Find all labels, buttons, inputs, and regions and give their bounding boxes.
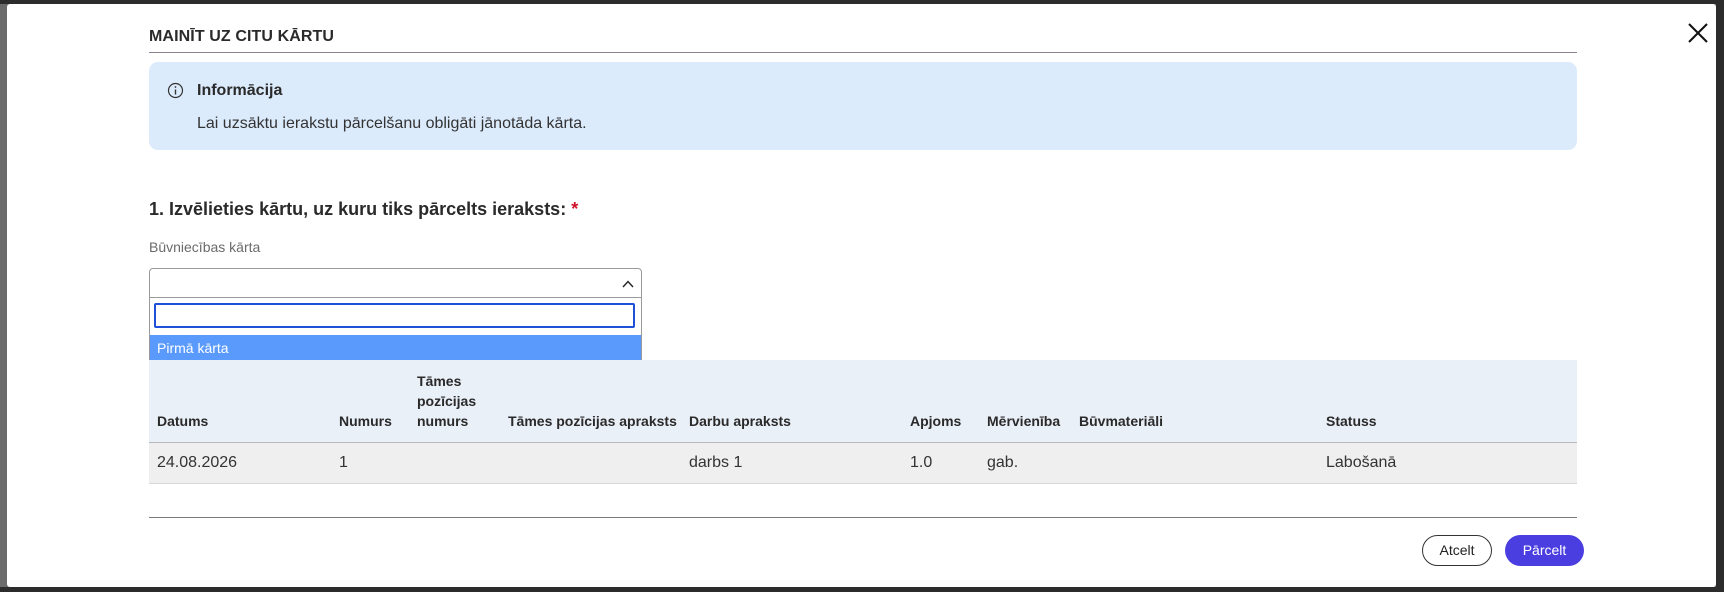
column-header-quantity: Apjoms xyxy=(910,413,962,429)
step-heading: 1. Izvēlieties kārtu, uz kuru tiks pārce… xyxy=(149,199,578,220)
column-header-estimate-position-number: Tāmes pozīcijas numurs xyxy=(417,373,477,429)
backdrop-edge xyxy=(0,587,1724,592)
title-divider xyxy=(149,52,1577,53)
cancel-button[interactable]: Atcelt xyxy=(1422,535,1492,566)
cell-status: Labošanā xyxy=(1326,454,1397,471)
column-header-number: Numurs xyxy=(339,413,392,429)
info-notice: Informācija Lai uzsāktu ierakstu pārcelš… xyxy=(149,62,1577,150)
phase-field-label: Būvniecības kārta xyxy=(149,239,261,255)
close-button[interactable] xyxy=(1683,18,1713,48)
dialog-title: MAINĪT UZ CITU KĀRTU xyxy=(149,28,335,45)
entries-table: Datums Numurs Tāmes pozīcijas numurs Tām… xyxy=(149,360,1577,484)
cell-unit: gab. xyxy=(987,454,1019,471)
column-header-status: Statuss xyxy=(1326,413,1377,429)
footer-divider xyxy=(149,517,1577,518)
chevron-up-icon xyxy=(622,280,634,288)
cell-work-description: darbs 1 xyxy=(689,454,743,471)
phase-select[interactable] xyxy=(149,268,642,298)
table-header: Datums Numurs Tāmes pozīcijas numurs Tām… xyxy=(149,360,1577,443)
phase-search-input[interactable] xyxy=(154,303,635,328)
info-text: Lai uzsāktu ierakstu pārcelšanu obligāti… xyxy=(197,115,587,132)
phase-dropdown: Pirmā kārta xyxy=(149,298,642,363)
cell-number: 1 xyxy=(339,454,348,471)
move-to-phase-dialog: MAINĪT UZ CITU KĀRTU Informācija Lai uzs… xyxy=(7,4,1716,587)
cell-quantity: 1.0 xyxy=(910,454,933,471)
info-icon xyxy=(167,82,184,99)
column-header-work-description: Darbu apraksts xyxy=(689,413,791,429)
phase-option[interactable]: Pirmā kārta xyxy=(150,335,641,362)
cell-date: 24.08.2026 xyxy=(157,454,238,471)
table-row[interactable]: 24.08.2026 1 darbs 1 1.0 gab. Labošanā xyxy=(149,443,1577,484)
info-heading: Informācija xyxy=(197,82,283,99)
backdrop-edge xyxy=(1716,0,1724,592)
column-header-materials: Būvmateriāli xyxy=(1079,413,1164,429)
column-header-unit: Mērvienība xyxy=(987,413,1061,429)
column-header-date: Datums xyxy=(157,413,209,429)
move-button[interactable]: Pārcelt xyxy=(1505,535,1584,566)
column-header-estimate-position-description: Tāmes pozīcijas apraksts xyxy=(508,413,677,429)
step-heading-text: 1. Izvēlieties kārtu, uz kuru tiks pārce… xyxy=(149,199,567,219)
required-marker: * xyxy=(571,199,579,219)
close-icon xyxy=(1688,23,1708,43)
